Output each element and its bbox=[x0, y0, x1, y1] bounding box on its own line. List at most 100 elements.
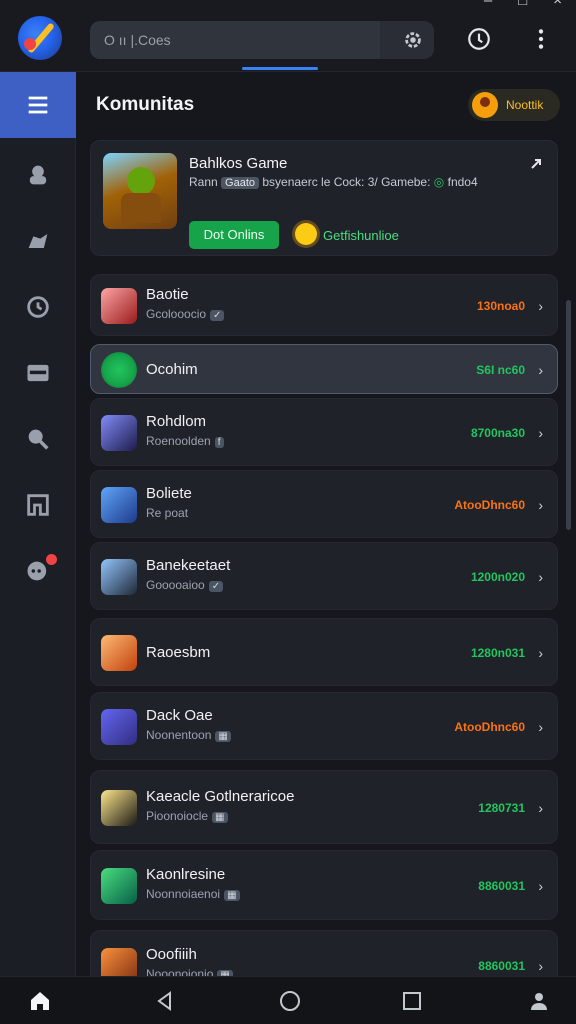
featured-desc-suffix: fndo4 bbox=[447, 175, 478, 189]
chevron-right-icon[interactable]: › bbox=[538, 569, 543, 585]
community-icon bbox=[101, 288, 137, 324]
community-row[interactable]: Rohdlom Roenoolden f 8700na30 › bbox=[90, 398, 558, 466]
community-tag: f bbox=[214, 437, 224, 448]
community-subtitle-text: Gcolooocio bbox=[146, 307, 207, 321]
recents-icon[interactable] bbox=[400, 989, 424, 1013]
community-name: Baotie bbox=[146, 286, 189, 303]
sidebar bbox=[0, 72, 76, 976]
community-icon bbox=[101, 709, 137, 745]
community-row[interactable]: Dack Oae Noonentoon ▦ AtooDhnc60 › bbox=[90, 692, 558, 760]
featured-game-thumbnail bbox=[103, 153, 177, 229]
chevron-right-icon[interactable]: › bbox=[538, 298, 543, 314]
store-icon bbox=[27, 364, 49, 382]
community-subtitle: Gooooaioo ✓ bbox=[146, 578, 224, 592]
online-button[interactable]: Dot Onlins bbox=[189, 221, 279, 249]
chevron-right-icon[interactable]: › bbox=[538, 878, 543, 894]
community-name: Rohdlom bbox=[146, 413, 207, 430]
library-icon bbox=[27, 494, 49, 516]
notification-chip[interactable]: Noottik bbox=[468, 89, 560, 121]
community-subtitle: Noonentoon ▦ bbox=[146, 728, 231, 742]
chevron-right-icon[interactable]: › bbox=[538, 362, 543, 378]
member-count: 1280731 bbox=[478, 801, 525, 815]
sidebar-item-search[interactable] bbox=[0, 406, 76, 472]
community-name: Kaonlresine bbox=[146, 866, 226, 883]
community-subtitle-text: Noonentoon bbox=[146, 728, 212, 742]
sidebar-item-community[interactable] bbox=[0, 142, 76, 208]
chevron-right-icon[interactable]: › bbox=[538, 645, 543, 661]
member-count: 8860031 bbox=[478, 959, 525, 973]
notification-label: Noottik bbox=[506, 98, 544, 112]
chevron-right-icon[interactable]: › bbox=[538, 719, 543, 735]
expand-icon[interactable] bbox=[529, 157, 543, 171]
chevron-right-icon[interactable]: › bbox=[538, 497, 543, 513]
member-count: AtooDhnc60 bbox=[454, 498, 525, 512]
sidebar-item-chat[interactable] bbox=[0, 538, 76, 604]
circle-home-icon[interactable] bbox=[278, 989, 302, 1013]
chevron-right-icon[interactable]: › bbox=[538, 425, 543, 441]
maximize-icon[interactable]: □ bbox=[518, 0, 527, 9]
sidebar-item-store[interactable] bbox=[0, 340, 76, 406]
sun-icon bbox=[295, 223, 317, 245]
game-icon bbox=[28, 234, 48, 248]
clock-icon[interactable] bbox=[466, 26, 492, 52]
history-icon bbox=[27, 296, 49, 318]
tab-indicator bbox=[242, 67, 318, 70]
community-subtitle: Gcolooocio ✓ bbox=[146, 307, 225, 321]
close-icon[interactable]: × bbox=[553, 0, 562, 9]
profile-icon[interactable] bbox=[527, 989, 551, 1013]
chevron-right-icon[interactable]: › bbox=[538, 800, 543, 816]
menu-icon bbox=[28, 96, 48, 114]
featured-desc-prefix: Rann bbox=[189, 175, 218, 189]
minimize-icon[interactable]: – bbox=[484, 0, 492, 9]
member-count: 8700na30 bbox=[470, 426, 525, 440]
community-row[interactable]: Kaeacle Gotlneraricoe Pioonoiocle ▦ 12807… bbox=[90, 770, 558, 844]
community-subtitle: Noonnoiaenoi ▦ bbox=[146, 887, 240, 901]
featured-desc-green: ◎ bbox=[433, 175, 445, 189]
community-subtitle-text: Re poat bbox=[146, 506, 189, 520]
sidebar-menu-button[interactable] bbox=[0, 72, 76, 138]
sidebar-item-games[interactable] bbox=[0, 208, 76, 274]
window-controls: – □ × bbox=[484, 0, 562, 9]
member-count: AtooDhnc60 bbox=[454, 720, 525, 734]
search-bar[interactable]: O ıı |.Coes bbox=[90, 21, 434, 59]
search-icon bbox=[28, 429, 49, 450]
community-row[interactable]: Boliete Re poat AtooDhnc60 › bbox=[90, 470, 558, 538]
community-row[interactable]: Baotie Gcolooocio ✓ 130noa0 › bbox=[90, 274, 558, 336]
community-subtitle: Roenoolden f bbox=[146, 434, 224, 448]
community-icon bbox=[101, 559, 137, 595]
app-logo[interactable] bbox=[18, 16, 62, 60]
community-row[interactable]: Raoesbm 1280n031 › bbox=[90, 618, 558, 686]
sidebar-item-history[interactable] bbox=[0, 274, 76, 340]
community-tag: ✓ bbox=[208, 581, 224, 592]
community-tag: ▦ bbox=[215, 731, 231, 742]
chevron-right-icon[interactable]: › bbox=[538, 958, 543, 974]
community-subtitle: Pioonoiocle ▦ bbox=[146, 809, 228, 823]
community-name: Raoesbm bbox=[146, 644, 211, 661]
community-name: Ooofiiih bbox=[146, 946, 197, 963]
community-name: Ocohim bbox=[146, 361, 198, 378]
community-name: Banekeetaet bbox=[146, 557, 231, 574]
member-count: 1200n020 bbox=[470, 570, 525, 584]
community-row[interactable]: Banekeetaet Gooooaioo ✓ 1200n020 › bbox=[90, 542, 558, 610]
sidebar-item-library[interactable] bbox=[0, 472, 76, 538]
search-input[interactable]: O ıı |.Coes bbox=[90, 21, 380, 59]
more-vertical-icon[interactable] bbox=[528, 26, 554, 52]
page-title: Komunitas bbox=[96, 94, 195, 115]
community-icon bbox=[101, 868, 137, 904]
home-icon[interactable] bbox=[28, 989, 52, 1013]
settings-icon[interactable] bbox=[402, 29, 424, 51]
featured-community-card[interactable]: Bahlkos Game Rann Gaato bsyenaerc le Coc… bbox=[90, 140, 558, 256]
community-subtitle-text: Roenoolden bbox=[146, 434, 211, 448]
community-icon bbox=[101, 487, 137, 523]
featured-desc-main: bsyenaerc le Cock: 3/ Gamebe: bbox=[262, 175, 431, 189]
community-name: Boliete bbox=[146, 485, 192, 502]
community-tag: ▦ bbox=[212, 812, 228, 823]
featured-desc-tag: Gaato bbox=[221, 177, 259, 189]
community-row[interactable]: Kaonlresine Noonnoiaenoi ▦ 8860031 › bbox=[90, 850, 558, 920]
member-count: 130noa0 bbox=[476, 299, 525, 313]
back-icon[interactable] bbox=[153, 989, 177, 1013]
community-row[interactable]: Ocohim S6I nc60 › bbox=[90, 344, 558, 394]
scrollbar[interactable] bbox=[566, 300, 571, 530]
member-count: 1280n031 bbox=[470, 646, 525, 660]
community-tag: ▦ bbox=[224, 890, 240, 901]
